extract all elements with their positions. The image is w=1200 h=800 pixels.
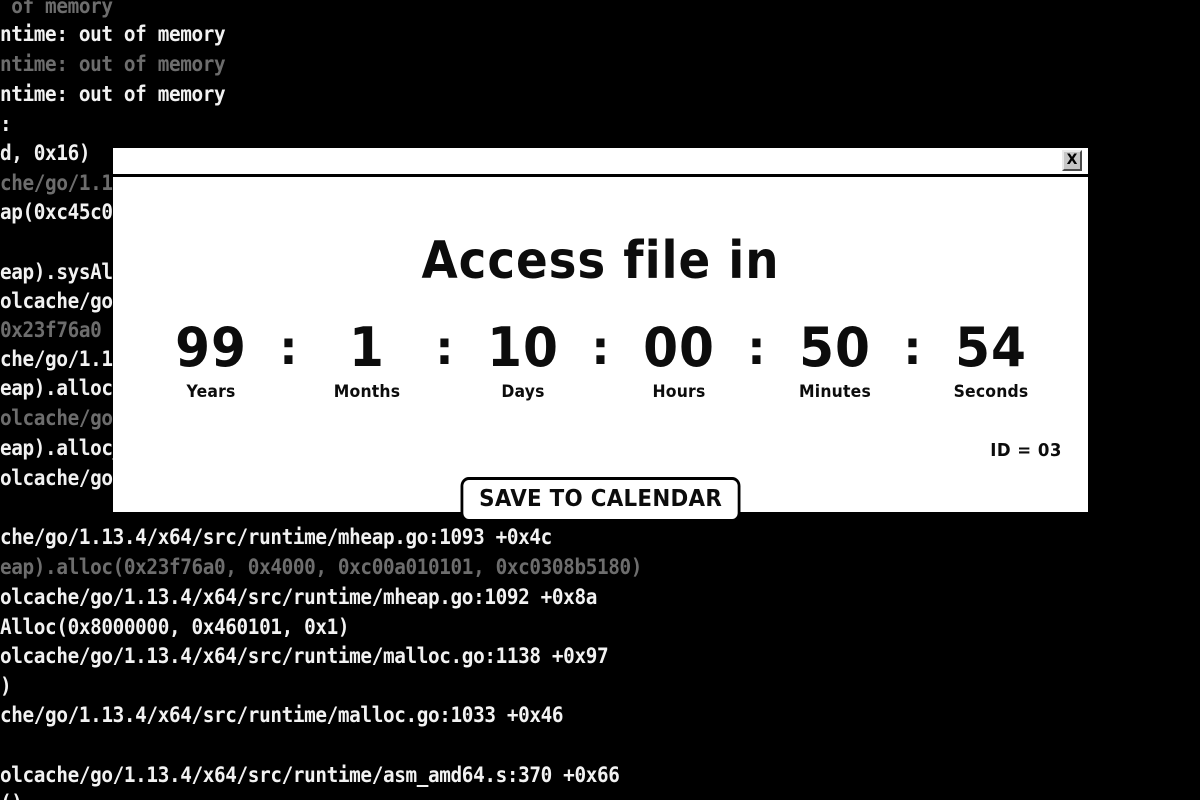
terminal-line: olcache/go: [0, 466, 113, 490]
countdown-label: Years: [185, 382, 235, 402]
countdown-value: 10: [486, 316, 559, 379]
countdown-label: Minutes: [798, 382, 871, 402]
countdown-separator: :: [747, 321, 766, 375]
countdown-separator: :: [279, 321, 298, 375]
countdown-label: Hours: [652, 382, 705, 402]
countdown-unit-minutes: 50 Minutes: [776, 316, 894, 403]
close-icon[interactable]: X: [1062, 150, 1082, 171]
terminal-line: olcache/go/1.13.4/x64/src/runtime/asm_am…: [0, 763, 620, 787]
terminal-line: ntime: out of memory: [0, 52, 226, 76]
terminal-line: olcache/go: [0, 289, 113, 313]
countdown-value: 99: [174, 316, 247, 379]
countdown-label: Days: [500, 382, 545, 402]
terminal-line: Alloc(0x8000000, 0x460101, 0x1): [0, 615, 350, 639]
terminal-line: ntime: out of memory: [0, 22, 226, 46]
countdown-dialog: X Access file in 99 Years:1 Months:10 Days:…: [113, 148, 1088, 522]
countdown-label: Months: [333, 382, 400, 402]
terminal-line: :: [0, 112, 12, 136]
id-label: ID = 03: [990, 440, 1062, 461]
terminal-line: che/go/1.13.4/x64/src/runtime/malloc.go:…: [0, 703, 564, 727]
countdown-separator: :: [435, 321, 454, 375]
countdown-value: 1: [348, 316, 385, 379]
terminal-line: olcache/go/1.13.4/x64/src/runtime/mheap.…: [0, 585, 597, 609]
countdown-unit-days: 10 Days: [464, 316, 582, 403]
screen: of memory ntime: out of memory ntime: out …: [0, 0, 1200, 800]
save-to-calendar-button[interactable]: SAVE TO CALENDAR: [460, 477, 741, 522]
dialog-titlebar: X: [113, 148, 1088, 177]
page-title: Access file in: [421, 231, 780, 291]
terminal-line: d, 0x16): [0, 141, 91, 165]
countdown-value: 00: [642, 316, 715, 379]
terminal-line: of memory: [0, 0, 113, 18]
terminal-line: che/go/1.13.4/x64/src/runtime/mheap.go:1…: [0, 525, 552, 549]
terminal-line: ): [0, 674, 12, 698]
save-row: SAVE TO CALENDAR: [113, 477, 1088, 522]
terminal-line: ap(0xc45c0: [0, 200, 113, 224]
terminal-line: olcache/go: [0, 406, 113, 430]
countdown-value: 50: [798, 316, 871, 379]
countdown-value: 54: [954, 316, 1027, 379]
countdown-unit-hours: 00 Hours: [620, 316, 738, 403]
countdown-unit-years: 99 Years: [152, 316, 270, 403]
terminal-line: ntime: out of memory: [0, 82, 226, 106]
countdown-unit-months: 1 Months: [308, 316, 426, 403]
countdown-separator: :: [903, 321, 922, 375]
terminal-line: che/go/1.1: [0, 171, 113, 195]
terminal-line: 0x23f76a0: [0, 318, 102, 342]
countdown-timer: 99 Years:1 Months:10 Days:00 Hours:50 Minutes…: [113, 316, 1088, 403]
terminal-line: olcache/go/1.13.4/x64/src/runtime/malloc…: [0, 644, 609, 668]
terminal-line: che/go/1.1: [0, 347, 113, 371]
countdown-separator: :: [591, 321, 610, 375]
terminal-line: (): [0, 791, 23, 800]
countdown-unit-seconds: 54 Seconds: [932, 316, 1050, 403]
countdown-label: Seconds: [953, 382, 1028, 402]
dialog-body: Access file in 99 Years:1 Months:10 Days:00…: [113, 177, 1088, 522]
terminal-line: eap).alloc(0x23f76a0, 0x4000, 0xc00a0101…: [0, 555, 643, 579]
